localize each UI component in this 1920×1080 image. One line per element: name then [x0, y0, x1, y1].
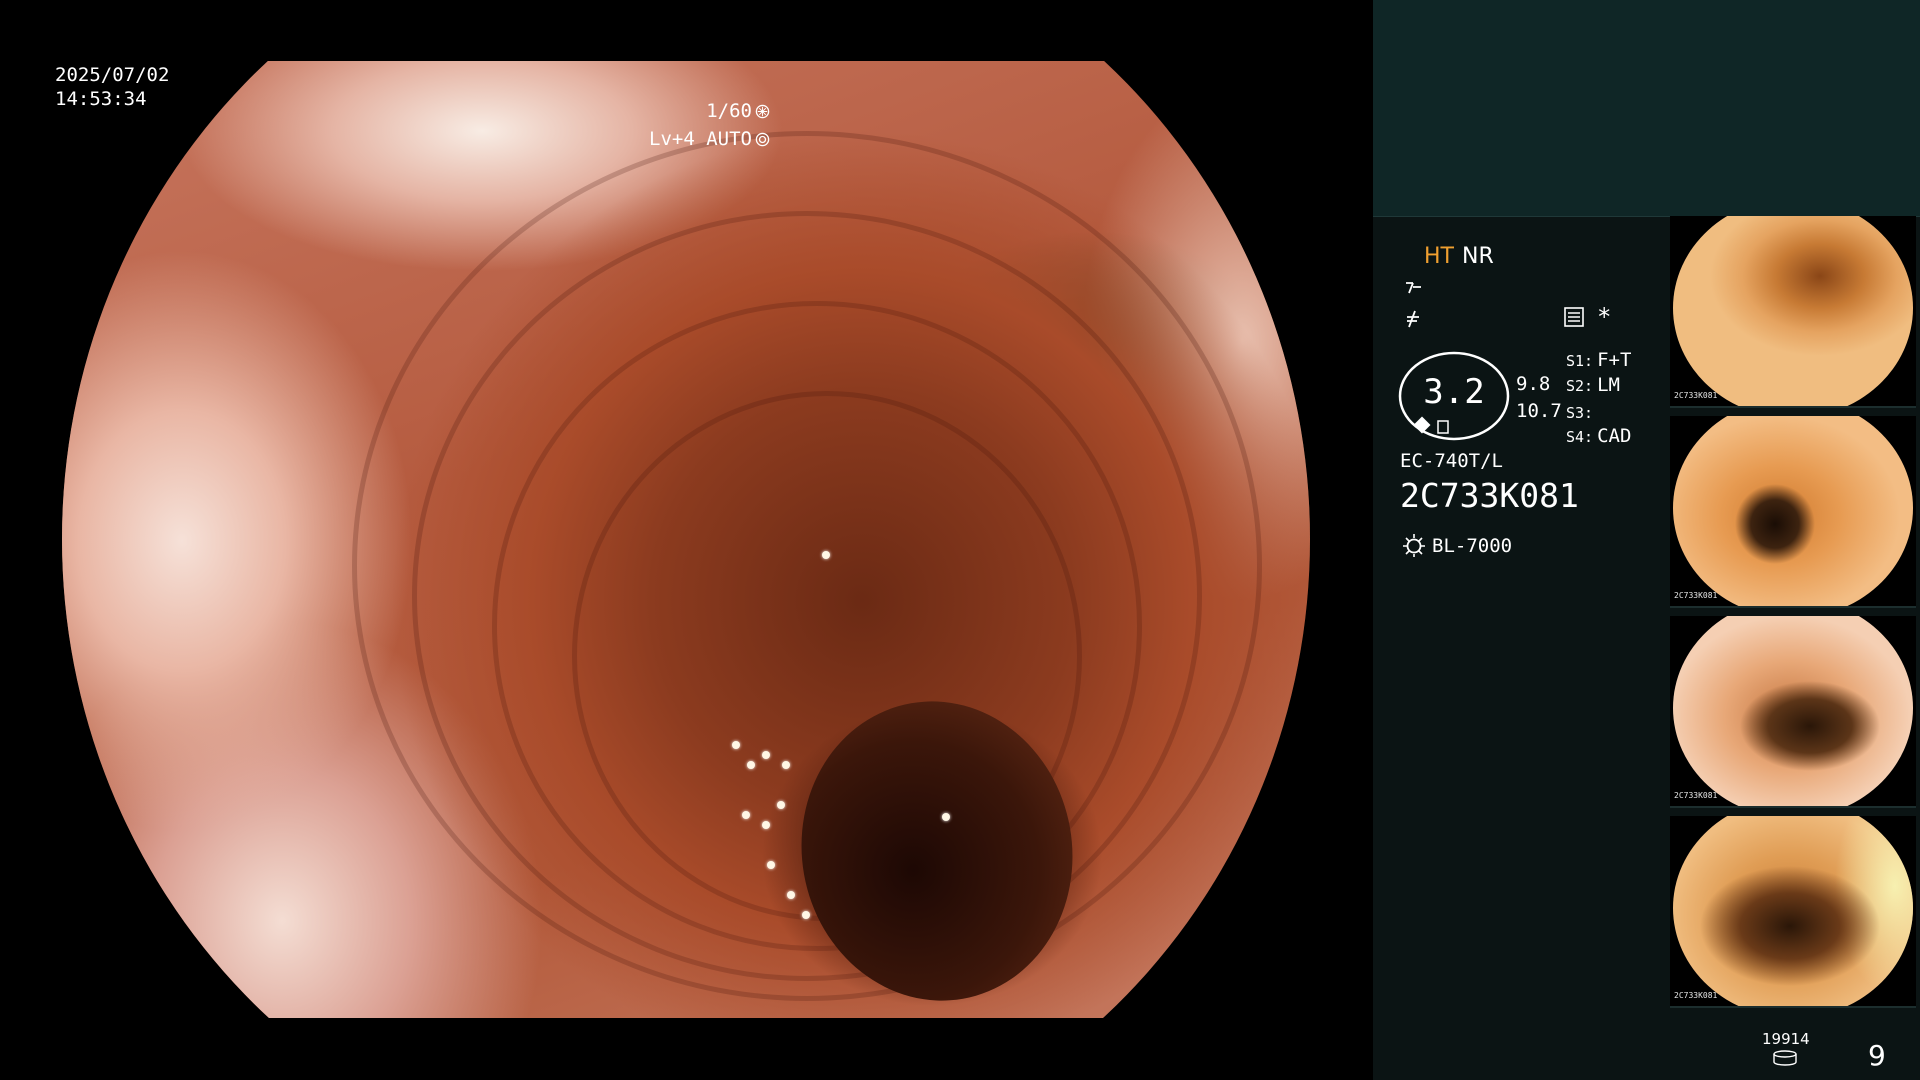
switch-key: S1:: [1566, 352, 1594, 370]
capture-thumbnail[interactable]: 2C733K081: [1670, 616, 1916, 808]
bubble: [787, 891, 795, 899]
bubble: [777, 801, 785, 809]
bubble: [732, 741, 740, 749]
live-view: 2025/07/02 14:53:34 1/60 Lv+4 AUTO: [0, 0, 1373, 1080]
thumbnail-label: 2C733K081: [1674, 991, 1718, 1000]
patient-info-box: [1373, 0, 1920, 217]
switch-s2: S2: LM: [1566, 373, 1620, 398]
capture-thumbnail[interactable]: 2C733K081: [1670, 416, 1916, 608]
value-bottom: 10.7: [1516, 400, 1562, 422]
capture-thumbnail[interactable]: 2C733K081: [1670, 216, 1916, 408]
image-count: 19914: [1762, 1030, 1810, 1048]
bubble: [747, 761, 755, 769]
thumbnail-label: 2C733K081: [1674, 791, 1718, 800]
gauge-value: 3.2: [1423, 372, 1485, 412]
bubble: [762, 751, 770, 759]
side-panel: HT NR 3.2 9.8 10.7 * S1: F+T S2: LM S3: S4:…: [1373, 0, 1920, 1080]
value-top: 9.8: [1516, 373, 1551, 395]
shutter-value: 1/60: [706, 100, 752, 122]
switch-s4: S4: CAD: [1566, 424, 1631, 449]
scope-serial: 2C733K081: [1400, 476, 1579, 515]
switch-key: S2:: [1566, 377, 1594, 395]
osd-shutter: 1/60: [706, 99, 770, 123]
switch-value: LM: [1597, 374, 1620, 396]
level-value: Lv+4 AUTO: [649, 128, 752, 150]
light-source: BL-7000: [1400, 531, 1512, 560]
switch-value: CAD: [1597, 425, 1632, 447]
page-number: 9: [1868, 1039, 1886, 1072]
thumbnail-label: 2C733K081: [1674, 391, 1718, 400]
thumbnail-image: [1673, 616, 1913, 806]
iris-icon: [755, 132, 770, 147]
bubble: [782, 761, 790, 769]
osd-date: 2025/07/02: [55, 64, 170, 86]
bubble: [802, 911, 810, 919]
ht-mode: HT: [1424, 244, 1454, 269]
switch-key: S3:: [1566, 404, 1594, 422]
capture-thumbnail[interactable]: 2C733K081: [1670, 816, 1916, 1008]
bubble: [767, 861, 775, 869]
scope-model: EC-740T/L: [1400, 450, 1503, 472]
switch-value: F+T: [1597, 349, 1632, 371]
nr-mode: NR: [1461, 244, 1494, 269]
sharpness-icon: [1406, 282, 1421, 294]
thumbnail-image: [1673, 416, 1913, 606]
switch-key: S4:: [1566, 428, 1594, 446]
mode-row: HT NR: [1424, 243, 1494, 271]
bubble: [762, 821, 770, 829]
switch-s3: S3:: [1566, 400, 1597, 425]
list-icon: [1564, 307, 1584, 327]
thumbnail-label: 2C733K081: [1674, 591, 1718, 600]
thumbnail-image: [1673, 816, 1913, 1006]
endoscopic-image: [62, 61, 1310, 1018]
disk-icon: [1773, 1050, 1797, 1066]
osd-level: Lv+4 AUTO: [649, 127, 770, 151]
bubble: [742, 811, 750, 819]
endoscopy-monitor: 2025/07/02 14:53:34 1/60 Lv+4 AUTO HT NR …: [0, 0, 1920, 1080]
star-mark: *: [1597, 303, 1612, 331]
light-source-label: BL-7000: [1432, 535, 1513, 557]
light-source-icon: [1403, 534, 1425, 557]
osd-time: 14:53:34: [55, 88, 147, 110]
thumbnail-image: [1673, 216, 1913, 406]
enhance-icon: [1407, 310, 1419, 328]
shutter-icon: [755, 104, 770, 119]
switch-s1: S1: F+T: [1566, 348, 1631, 373]
bubble: [822, 551, 830, 559]
bubble: [942, 813, 950, 821]
